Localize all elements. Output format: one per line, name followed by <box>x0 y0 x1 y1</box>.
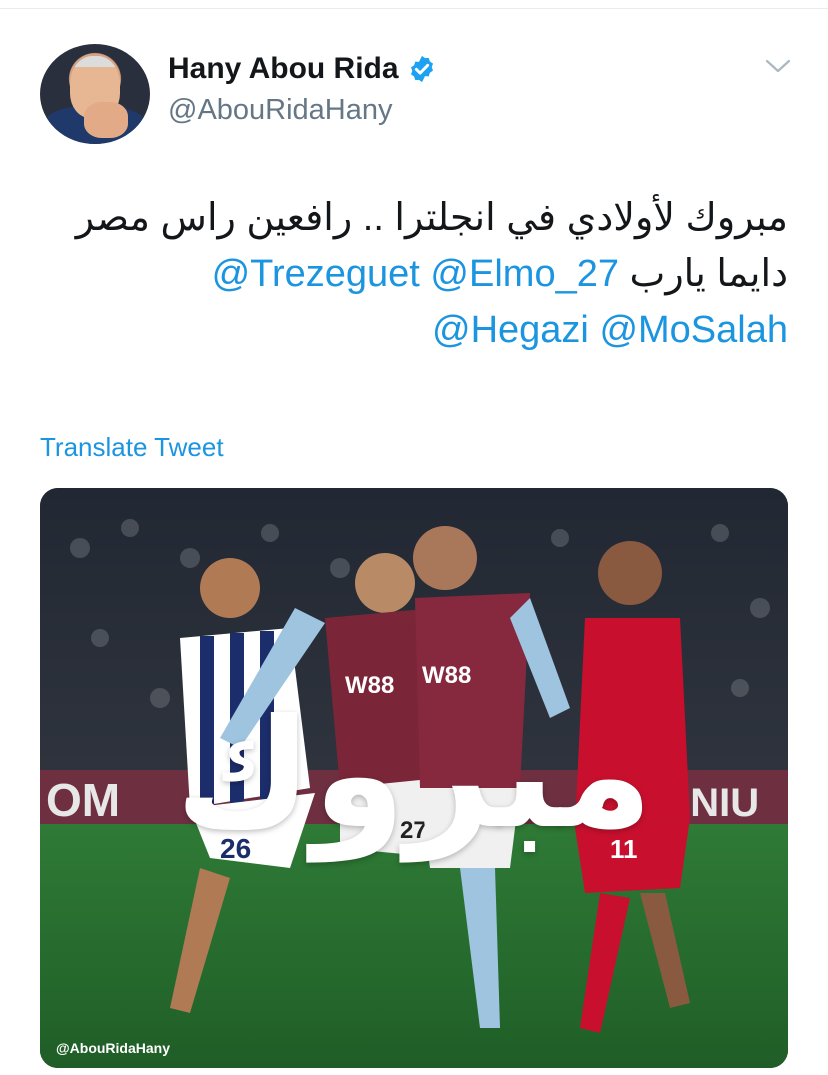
sponsor-text: W88 <box>422 662 471 689</box>
top-divider <box>0 8 828 9</box>
tweet-line-2: دايما يارب @Elmo_27 @Trezeguet <box>40 246 788 302</box>
author-handle[interactable]: @AbouRidaHany <box>168 94 393 127</box>
mention-link[interactable]: @Elmo_27 <box>430 253 619 295</box>
mention-link[interactable]: @Trezeguet <box>212 253 420 295</box>
tweet-line-1: مبروك لأولادي في انجلترا .. رافعين راس م… <box>75 197 788 239</box>
author-name[interactable]: Hany Abou Rida <box>168 52 399 86</box>
tweet-line-2-text: دايما يارب <box>629 253 788 295</box>
overlay-congratulations-text: مبروك <box>174 690 654 858</box>
mention-link[interactable]: @Hegazi <box>432 309 589 351</box>
chevron-down-icon[interactable] <box>764 56 792 76</box>
author-name-row: Hany Abou Rida <box>168 52 437 86</box>
translate-tweet-link[interactable]: Translate Tweet <box>40 432 224 463</box>
tweet-line-3: @MoSalah @Hegazi <box>40 302 788 358</box>
verified-badge-icon <box>410 55 433 83</box>
avatar[interactable] <box>40 44 150 144</box>
mention-link[interactable]: @MoSalah <box>599 309 788 351</box>
image-watermark: @AbouRidaHany <box>56 1040 170 1056</box>
tweet-media-image[interactable]: OM 3NIU 26 W88 27 W88 11 مبروك @AbouRida… <box>40 488 788 1068</box>
tweet-body: مبروك لأولادي في انجلترا .. رافعين راس م… <box>40 190 788 358</box>
tweet-header: Hany Abou Rida @AbouRidaHany <box>40 44 800 144</box>
